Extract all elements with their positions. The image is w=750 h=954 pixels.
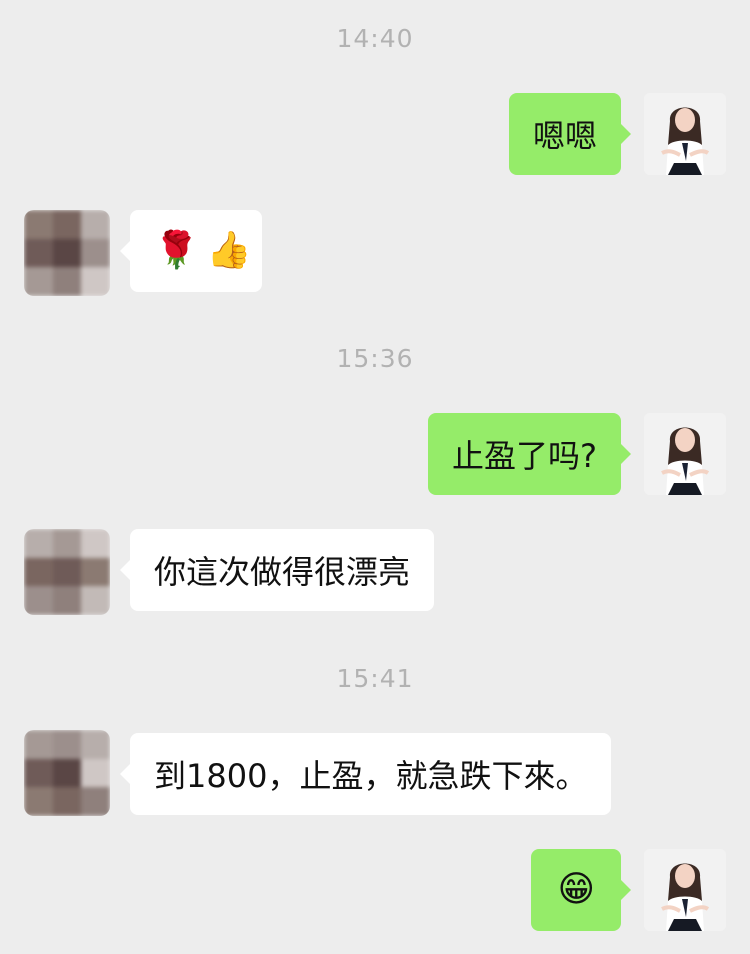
pixelated-avatar-icon: [24, 730, 110, 816]
message-bubble-other[interactable]: 你這次做得很漂亮: [119, 529, 435, 611]
rose-icon: 🌹: [154, 230, 199, 271]
self-avatar[interactable]: [644, 413, 726, 495]
message-bubble-self[interactable]: 😁: [531, 849, 631, 931]
chat-area: 14:40 嗯嗯 🌹 👍 15:36 止盈了吗? 你這次做得很漂亮 15:41 …: [0, 0, 750, 954]
contact-avatar[interactable]: [24, 529, 110, 615]
timestamp: 14:40: [336, 24, 414, 53]
message-text: 你這次做得很漂亮: [154, 553, 411, 591]
woman-in-suit-avatar-icon: [644, 849, 726, 931]
grinning-face-icon: 😁: [557, 869, 595, 910]
pixelated-avatar-icon: [24, 529, 110, 615]
message-text: 止盈了吗?: [452, 437, 597, 475]
contact-avatar[interactable]: [24, 730, 110, 816]
timestamp: 15:36: [336, 344, 414, 373]
message-bubble-other[interactable]: 到1800，止盈，就急跌下來。: [119, 733, 612, 815]
woman-in-suit-avatar-icon: [644, 413, 726, 495]
self-avatar[interactable]: [644, 849, 726, 931]
contact-avatar[interactable]: [24, 210, 110, 296]
message-bubble-other[interactable]: 🌹 👍: [120, 210, 262, 292]
message-text: 到1800，止盈，就急跌下來。: [154, 757, 588, 795]
pixelated-avatar-icon: [24, 210, 110, 296]
timestamp: 15:41: [336, 664, 414, 693]
message-bubble-self[interactable]: 嗯嗯: [508, 93, 632, 175]
woman-in-suit-avatar-icon: [644, 93, 726, 175]
thumbs-up-icon: 👍: [206, 230, 252, 271]
message-bubble-self[interactable]: 止盈了吗?: [428, 413, 631, 495]
self-avatar[interactable]: [644, 93, 726, 175]
message-text: 嗯嗯: [532, 117, 597, 155]
